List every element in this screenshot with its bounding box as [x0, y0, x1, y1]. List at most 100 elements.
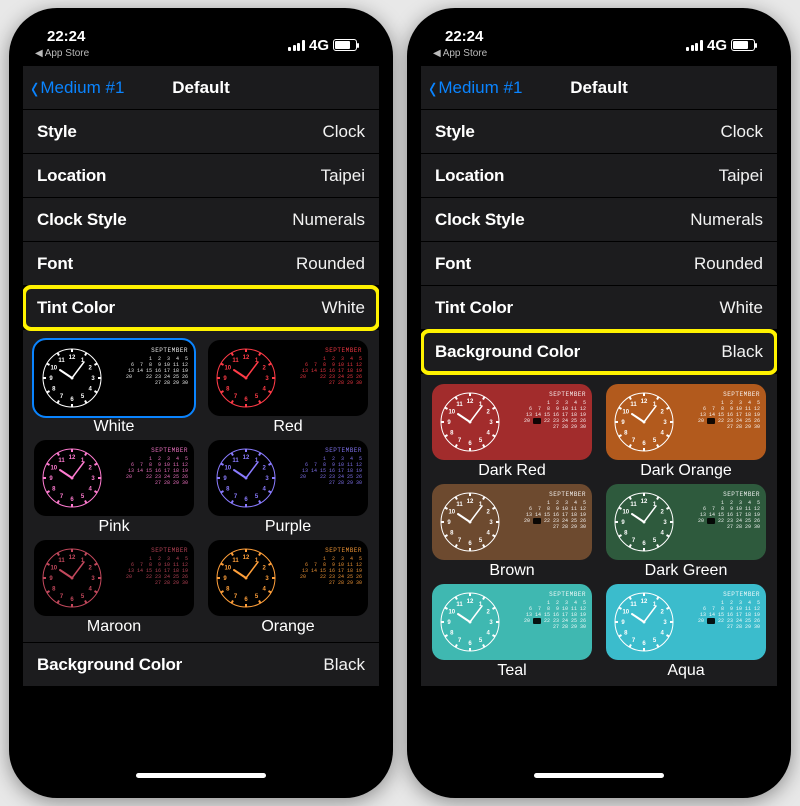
- row-tint-color[interactable]: Tint Color White: [23, 286, 379, 330]
- svg-text:9: 9: [447, 520, 451, 526]
- svg-text:3: 3: [489, 520, 493, 526]
- home-indicator[interactable]: [136, 773, 266, 778]
- svg-text:6: 6: [244, 497, 248, 503]
- svg-text:4: 4: [263, 487, 267, 493]
- calendar-preview: SEPTEMBER 1 2 3 4 5 6 7 8 9 10 11 12 13 …: [280, 540, 368, 616]
- option-label: Aqua: [603, 662, 769, 680]
- calendar-preview: SEPTEMBER 1 2 3 4 5 6 7 8 9 10 11 12 13 …: [504, 384, 592, 460]
- color-option[interactable]: 121234567891011 SEPTEMBER 1 2 3 4 5 6 7 …: [31, 440, 197, 536]
- clock-icon: 121234567891011: [614, 492, 674, 552]
- nav-title: Default: [570, 78, 628, 98]
- svg-text:8: 8: [450, 531, 454, 537]
- back-to-app[interactable]: ◀ App Store: [433, 48, 487, 59]
- clock-icon: 121234567891011: [216, 348, 276, 408]
- svg-text:5: 5: [255, 494, 259, 500]
- svg-text:5: 5: [653, 638, 657, 644]
- color-option[interactable]: 121234567891011 SEPTEMBER 1 2 3 4 5 6 7 …: [429, 584, 595, 680]
- svg-text:8: 8: [226, 387, 230, 393]
- svg-text:7: 7: [60, 594, 64, 600]
- color-option[interactable]: 121234567891011 SEPTEMBER 1 2 3 4 5 6 7 …: [205, 440, 371, 536]
- svg-text:3: 3: [91, 376, 95, 382]
- row-font[interactable]: Font Rounded: [421, 242, 777, 286]
- chevron-left-icon: ‹: [429, 70, 436, 105]
- svg-text:7: 7: [632, 638, 636, 644]
- svg-text:11: 11: [232, 558, 239, 564]
- row-background-color[interactable]: Background Color Black: [421, 330, 777, 374]
- screen: 22:24 4G ◀ App Store ‹ Medium #1 Default…: [23, 22, 379, 784]
- network-label: 4G: [309, 37, 329, 54]
- svg-text:2: 2: [89, 566, 93, 572]
- row-style[interactable]: Style Clock: [23, 110, 379, 154]
- svg-text:8: 8: [450, 631, 454, 637]
- svg-text:10: 10: [622, 610, 629, 616]
- svg-text:6: 6: [244, 397, 248, 403]
- svg-text:6: 6: [244, 597, 248, 603]
- svg-text:7: 7: [234, 494, 238, 500]
- row-background-color[interactable]: Background Color Black: [23, 643, 379, 687]
- svg-text:12: 12: [641, 599, 648, 605]
- row-style[interactable]: Style Clock: [421, 110, 777, 154]
- clock-icon: 121234567891011: [440, 592, 500, 652]
- svg-text:4: 4: [89, 387, 93, 393]
- option-label: Orange: [205, 618, 371, 636]
- svg-text:4: 4: [487, 631, 491, 637]
- svg-text:2: 2: [487, 410, 491, 416]
- chevron-left-icon: ◀: [433, 48, 441, 59]
- svg-text:12: 12: [243, 455, 250, 461]
- svg-text:9: 9: [49, 476, 53, 482]
- row-clock-style[interactable]: Clock Style Numerals: [421, 198, 777, 242]
- svg-text:11: 11: [456, 402, 463, 408]
- color-option[interactable]: 121234567891011 SEPTEMBER 1 2 3 4 5 6 7 …: [205, 340, 371, 436]
- row-font[interactable]: Font Rounded: [23, 242, 379, 286]
- nav-back-button[interactable]: ‹ Medium #1: [31, 77, 124, 99]
- svg-text:12: 12: [69, 355, 76, 361]
- back-to-app[interactable]: ◀ App Store: [35, 48, 89, 59]
- svg-text:12: 12: [641, 499, 648, 505]
- option-label: Red: [205, 418, 371, 436]
- svg-text:4: 4: [89, 487, 93, 493]
- option-label: Maroon: [31, 618, 197, 636]
- svg-text:11: 11: [58, 558, 65, 564]
- color-option[interactable]: 121234567891011 SEPTEMBER 1 2 3 4 5 6 7 …: [429, 384, 595, 480]
- home-indicator[interactable]: [534, 773, 664, 778]
- svg-text:4: 4: [263, 387, 267, 393]
- nav-back-button[interactable]: ‹ Medium #1: [429, 77, 522, 99]
- svg-text:7: 7: [458, 438, 462, 444]
- color-option[interactable]: 121234567891011 SEPTEMBER 1 2 3 4 5 6 7 …: [603, 584, 769, 680]
- clock-icon: 121234567891011: [42, 348, 102, 408]
- svg-text:8: 8: [226, 487, 230, 493]
- svg-text:7: 7: [632, 438, 636, 444]
- svg-text:11: 11: [58, 458, 65, 464]
- svg-text:5: 5: [653, 438, 657, 444]
- svg-text:10: 10: [622, 410, 629, 416]
- svg-text:6: 6: [642, 541, 646, 547]
- svg-text:4: 4: [487, 431, 491, 437]
- nav-bar: ‹ Medium #1 Default: [421, 66, 777, 110]
- svg-text:8: 8: [624, 431, 628, 437]
- svg-text:5: 5: [653, 538, 657, 544]
- row-tint-color[interactable]: Tint Color White: [421, 286, 777, 330]
- color-option[interactable]: 121234567891011 SEPTEMBER 1 2 3 4 5 6 7 …: [603, 384, 769, 480]
- row-clock-style[interactable]: Clock Style Numerals: [23, 198, 379, 242]
- svg-text:10: 10: [448, 610, 455, 616]
- color-option[interactable]: 121234567891011 SEPTEMBER 1 2 3 4 5 6 7 …: [603, 484, 769, 580]
- row-location[interactable]: Location Taipei: [421, 154, 777, 198]
- screen: 22:24 4G ◀ App Store ‹ Medium #1 Default…: [421, 22, 777, 784]
- color-option[interactable]: 121234567891011 SEPTEMBER 1 2 3 4 5 6 7 …: [205, 540, 371, 636]
- clock-icon: 121234567891011: [440, 492, 500, 552]
- color-option[interactable]: 121234567891011 SEPTEMBER 1 2 3 4 5 6 7 …: [31, 540, 197, 636]
- svg-text:2: 2: [89, 466, 93, 472]
- svg-text:3: 3: [265, 376, 269, 382]
- svg-text:8: 8: [226, 587, 230, 593]
- row-location[interactable]: Location Taipei: [23, 154, 379, 198]
- svg-text:11: 11: [630, 502, 637, 508]
- svg-text:2: 2: [661, 510, 665, 516]
- color-option[interactable]: 121234567891011 SEPTEMBER 1 2 3 4 5 6 7 …: [429, 484, 595, 580]
- svg-text:9: 9: [49, 376, 53, 382]
- svg-text:2: 2: [263, 466, 267, 472]
- clock-icon: 121234567891011: [216, 448, 276, 508]
- svg-text:4: 4: [263, 587, 267, 593]
- svg-text:3: 3: [663, 520, 667, 526]
- color-option[interactable]: 121234567891011 SEPTEMBER 1 2 3 4 5 6 7 …: [31, 340, 197, 436]
- calendar-preview: SEPTEMBER 1 2 3 4 5 6 7 8 9 10 11 12 13 …: [280, 440, 368, 516]
